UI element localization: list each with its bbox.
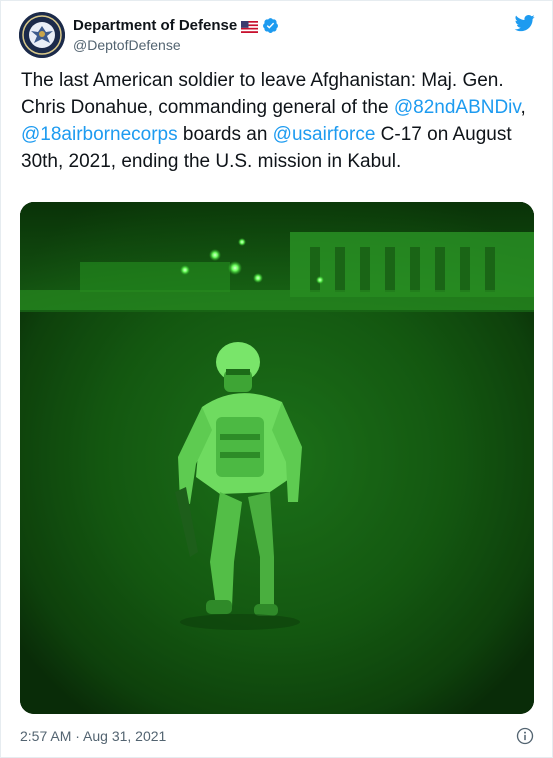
display-name-row: Department of Defense — [73, 16, 279, 36]
twitter-bird-icon[interactable] — [514, 13, 536, 33]
tweet-text-segment: boards an — [177, 124, 273, 145]
tweet-card: Department of Defense @DeptofDefense The… — [0, 0, 553, 758]
mention-link[interactable]: @18airbornecorps — [21, 124, 178, 145]
tweet-header: Department of Defense @DeptofDefense — [19, 11, 538, 59]
dod-seal-icon[interactable] — [19, 12, 65, 58]
us-flag-icon — [241, 20, 259, 33]
tweet-footer: 2:57 AM · Aug 31, 2021 — [20, 725, 534, 747]
tweet-text-segment: , — [520, 97, 526, 118]
info-icon[interactable] — [516, 727, 534, 745]
account-names: Department of Defense @DeptofDefense — [73, 16, 279, 55]
mention-link[interactable]: @usairforce — [273, 124, 376, 145]
account-handle[interactable]: @DeptofDefense — [73, 36, 279, 55]
verified-badge-icon — [262, 17, 279, 34]
night-vision-image — [20, 202, 534, 714]
tweet-text: The last American soldier to leave Afgha… — [21, 67, 541, 175]
mention-link[interactable]: @82ndABNDiv — [394, 97, 521, 118]
display-name[interactable]: Department of Defense — [73, 16, 237, 36]
tweet-timestamp[interactable]: 2:57 AM · Aug 31, 2021 — [20, 728, 166, 744]
tweet-photo[interactable] — [20, 202, 534, 714]
